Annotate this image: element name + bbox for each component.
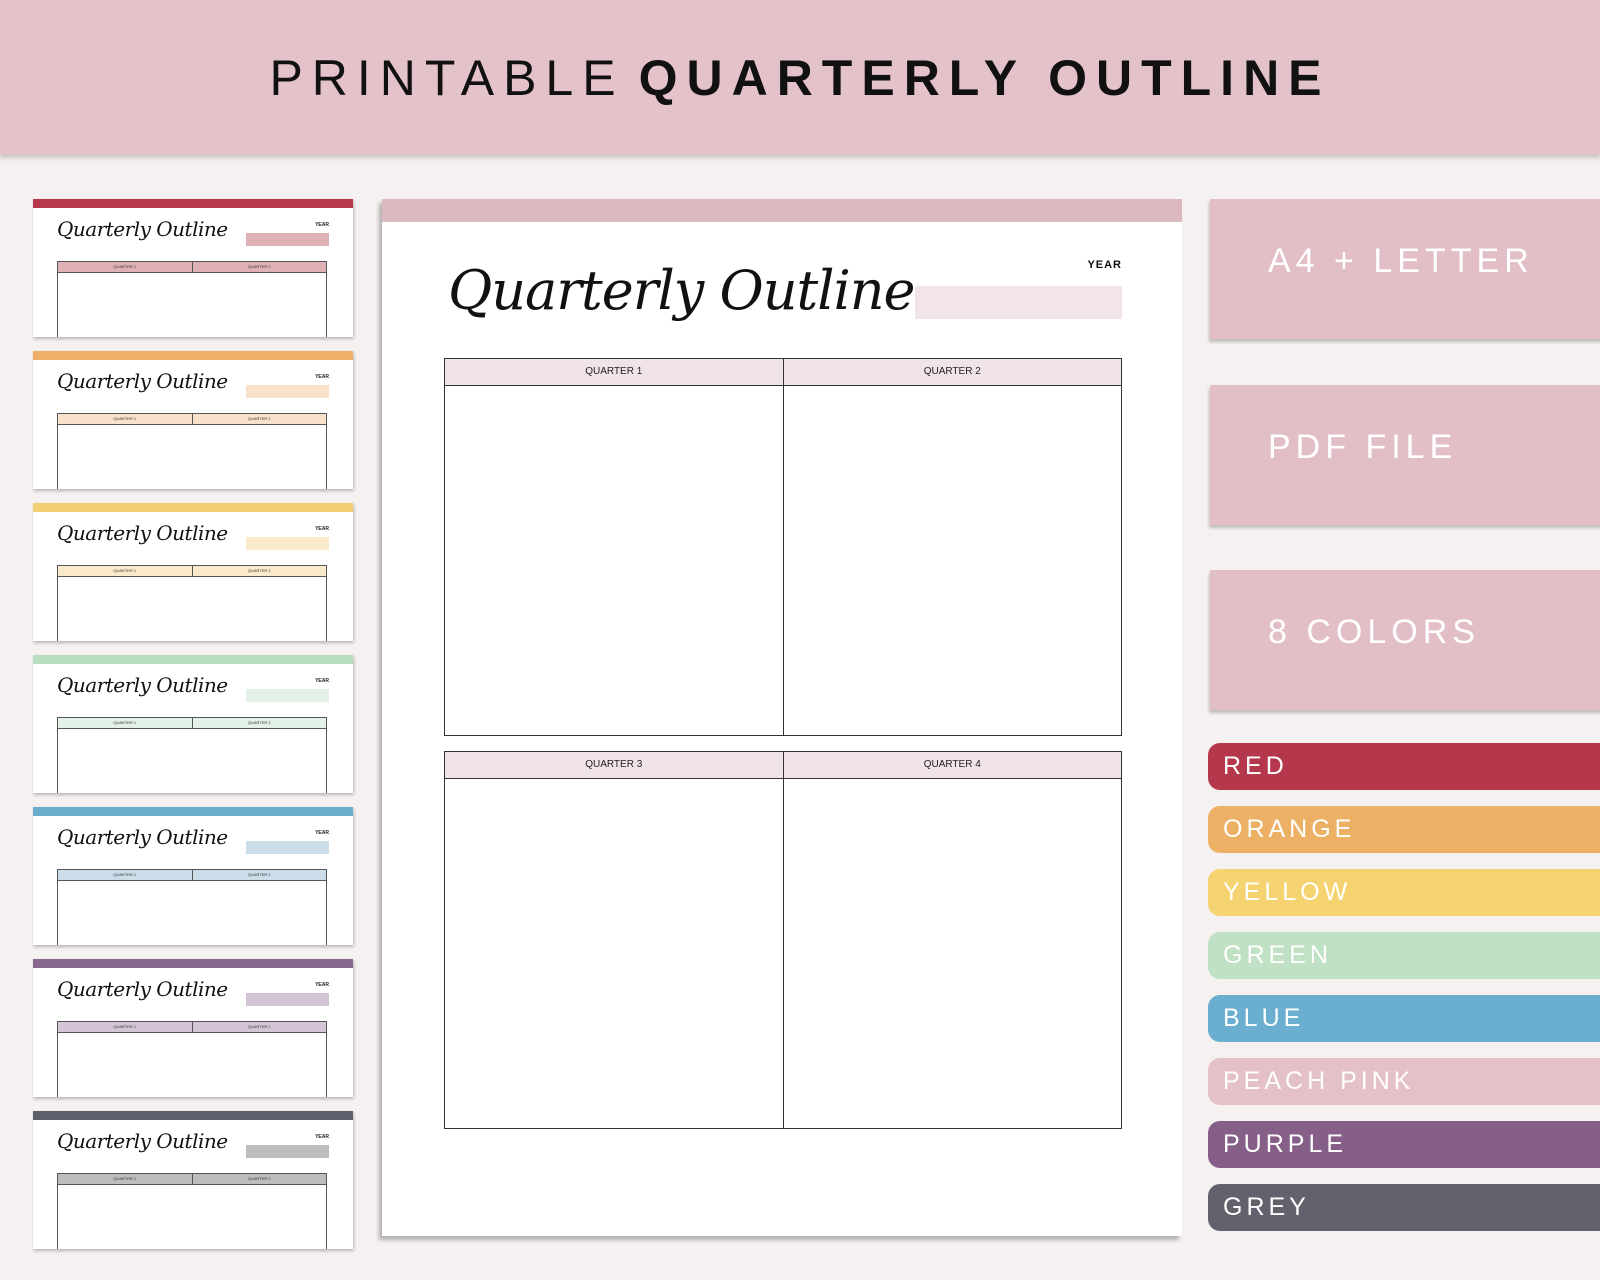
quarter-3-area[interactable] — [445, 779, 783, 1128]
page-accent-bar — [382, 199, 1182, 222]
thumbnail-quarter-1: QUARTER 1 — [113, 416, 137, 421]
thumbnail-grid: QUARTER 1 QUARTER 2 — [57, 565, 327, 641]
quarters-table-top: QUARTER 1 QUARTER 2 — [444, 358, 1122, 736]
quarter-1-header: QUARTER 1 — [585, 366, 643, 377]
thumbnail-script-title: Quarterly Outline — [57, 977, 228, 1001]
thumbnail-quarter-1: QUARTER 1 — [113, 872, 137, 877]
banner-title: PRINTABLE QUARTERLY OUTLINE — [269, 49, 1330, 107]
color-option-blue: BLUE — [1208, 995, 1600, 1042]
thumbnail-year-field — [246, 993, 329, 1006]
color-option-orange: ORANGE — [1208, 806, 1600, 853]
header-banner: PRINTABLE QUARTERLY OUTLINE — [0, 0, 1600, 155]
quarters-table-bottom: QUARTER 3 QUARTER 4 — [444, 751, 1122, 1129]
thumbnail-yellow: Quarterly Outline YEAR QUARTER 1 QUARTER 2 — [33, 503, 353, 641]
thumbnail-year-label: YEAR — [315, 222, 329, 228]
color-label: PURPLE — [1223, 1130, 1348, 1158]
main-page-preview: Quarterly Outline YEAR QUARTER 1 QUARTER… — [382, 199, 1182, 1236]
thumbnail-year-field — [246, 233, 329, 246]
thumbnail-year-label: YEAR — [315, 830, 329, 836]
color-label: YELLOW — [1223, 878, 1352, 906]
thumbnail-purple: Quarterly Outline YEAR QUARTER 1 QUARTER 2 — [33, 959, 353, 1097]
thumbnail-script-title: Quarterly Outline — [57, 673, 228, 697]
banner-title-bold: QUARTERLY OUTLINE — [638, 49, 1331, 106]
thumbnail-accent-bar — [33, 199, 353, 208]
feature-box-size: A4 + LETTER — [1210, 199, 1600, 339]
quarter-4-header: QUARTER 4 — [782, 752, 1122, 778]
page-script-title: Quarterly Outline — [448, 259, 915, 322]
thumbnail-quarter-2: QUARTER 2 — [191, 262, 327, 272]
quarter-1-area[interactable] — [445, 386, 783, 735]
feature-label: A4 + LETTER — [1268, 242, 1534, 280]
year-field[interactable] — [915, 286, 1122, 319]
thumbnail-year-field — [246, 689, 329, 702]
thumbnail-quarter-2: QUARTER 2 — [191, 414, 327, 424]
thumbnail-year-field — [246, 537, 329, 550]
thumbnail-blue: Quarterly Outline YEAR QUARTER 1 QUARTER 2 — [33, 807, 353, 945]
feature-label: PDF FILE — [1268, 428, 1458, 466]
thumbnail-script-title: Quarterly Outline — [57, 825, 228, 849]
thumbnail-accent-bar — [33, 655, 353, 664]
thumbnail-accent-bar — [33, 959, 353, 968]
color-option-green: GREEN — [1208, 932, 1600, 979]
thumbnail-red: Quarterly Outline YEAR QUARTER 1 QUARTER 2 — [33, 199, 353, 337]
quarter-2-area[interactable] — [782, 386, 1122, 735]
color-option-grey: GREY — [1208, 1184, 1600, 1231]
thumbnail-script-title: Quarterly Outline — [57, 1129, 228, 1153]
color-option-red: RED — [1208, 743, 1600, 790]
thumbnail-accent-bar — [33, 1111, 353, 1120]
thumbnail-grid: QUARTER 1 QUARTER 2 — [57, 1173, 327, 1249]
thumbnail-quarter-1: QUARTER 1 — [113, 720, 137, 725]
thumbnail-quarter-2: QUARTER 2 — [191, 870, 327, 880]
color-option-peach-pink: PEACH PINK — [1208, 1058, 1600, 1105]
thumbnail-year-label: YEAR — [315, 982, 329, 988]
thumbnail-year-field — [246, 385, 329, 398]
color-label: GREY — [1223, 1193, 1310, 1221]
thumbnail-year-label: YEAR — [315, 526, 329, 532]
color-option-yellow: YELLOW — [1208, 869, 1600, 916]
thumbnail-grid: QUARTER 1 QUARTER 2 — [57, 717, 327, 793]
feature-box-file: PDF FILE — [1210, 385, 1600, 525]
thumbnail-quarter-2: QUARTER 2 — [191, 718, 327, 728]
thumbnail-quarter-1: QUARTER 1 — [113, 1176, 137, 1181]
thumbnail-year-label: YEAR — [315, 374, 329, 380]
thumbnail-grid: QUARTER 1 QUARTER 2 — [57, 869, 327, 945]
color-label: GREEN — [1223, 941, 1332, 969]
thumbnail-grid: QUARTER 1 QUARTER 2 — [57, 261, 327, 337]
color-label: RED — [1223, 752, 1288, 780]
thumbnail-grid: QUARTER 1 QUARTER 2 — [57, 1021, 327, 1097]
thumbnail-quarter-1: QUARTER 1 — [113, 1024, 137, 1029]
thumbnail-script-title: Quarterly Outline — [57, 217, 228, 241]
thumbnail-accent-bar — [33, 503, 353, 512]
thumbnail-script-title: Quarterly Outline — [57, 521, 228, 545]
banner-title-light: PRINTABLE — [269, 49, 625, 106]
quarter-2-header: QUARTER 2 — [782, 359, 1122, 385]
thumbnail-script-title: Quarterly Outline — [57, 369, 228, 393]
thumbnail-year-field — [246, 841, 329, 854]
thumbnail-year-field — [246, 1145, 329, 1158]
quarter-4-area[interactable] — [782, 779, 1122, 1128]
color-option-purple: PURPLE — [1208, 1121, 1600, 1168]
feature-box-colors: 8 COLORS — [1210, 570, 1600, 710]
thumbnail-green: Quarterly Outline YEAR QUARTER 1 QUARTER 2 — [33, 655, 353, 793]
thumbnail-quarter-1: QUARTER 1 — [113, 264, 137, 269]
thumbnail-quarter-1: QUARTER 1 — [113, 568, 137, 573]
thumbnail-quarter-2: QUARTER 2 — [191, 566, 327, 576]
thumbnail-grid: QUARTER 1 QUARTER 2 — [57, 413, 327, 489]
quarter-3-header: QUARTER 3 — [585, 759, 643, 770]
thumbnail-year-label: YEAR — [315, 678, 329, 684]
thumbnail-grey: Quarterly Outline YEAR QUARTER 1 QUARTER 2 — [33, 1111, 353, 1249]
thumbnail-quarter-2: QUARTER 2 — [191, 1022, 327, 1032]
color-label: BLUE — [1223, 1004, 1305, 1032]
feature-label: 8 COLORS — [1268, 613, 1480, 651]
thumbnail-accent-bar — [33, 351, 353, 360]
color-label: ORANGE — [1223, 815, 1356, 843]
thumbnail-orange: Quarterly Outline YEAR QUARTER 1 QUARTER 2 — [33, 351, 353, 489]
color-label: PEACH PINK — [1223, 1067, 1415, 1095]
thumbnail-quarter-2: QUARTER 2 — [191, 1174, 327, 1184]
year-label: YEAR — [1087, 259, 1122, 271]
thumbnail-accent-bar — [33, 807, 353, 816]
thumbnail-year-label: YEAR — [315, 1134, 329, 1140]
